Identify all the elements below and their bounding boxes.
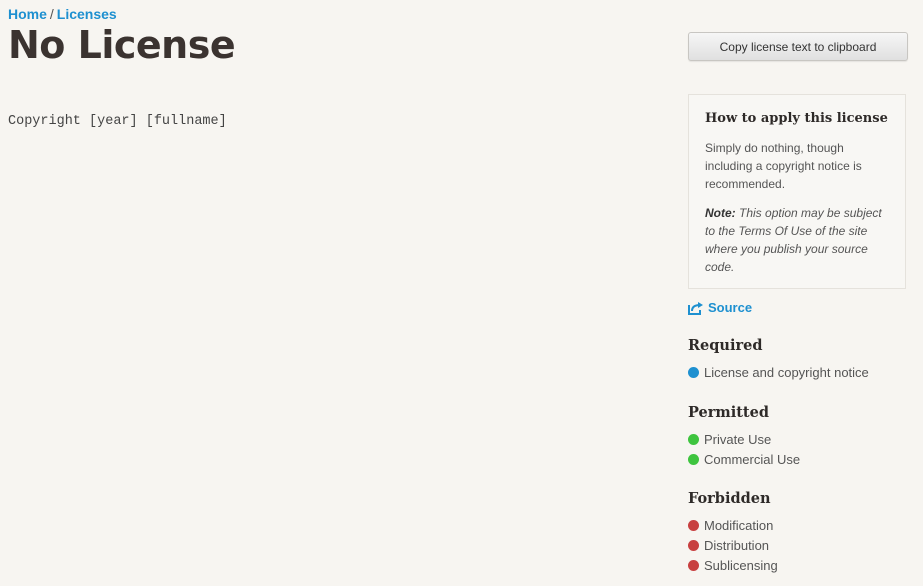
forbidden-item: Distribution	[688, 535, 918, 555]
breadcrumb-separator: /	[49, 6, 54, 22]
license-text: Copyright [year] [fullname]	[8, 114, 227, 129]
forbidden-item: Modification	[688, 515, 918, 535]
breadcrumb: Home / Licenses	[8, 6, 117, 22]
forbidden-item-label: Sublicensing	[704, 557, 778, 573]
apply-box-note-label: Note:	[705, 206, 736, 220]
permitted-item: Commercial Use	[688, 449, 918, 469]
external-link-icon	[688, 301, 704, 315]
breadcrumb-home-link[interactable]: Home	[8, 6, 47, 22]
required-item: License and copyright notice	[688, 362, 918, 382]
source-link[interactable]: Source	[688, 300, 752, 315]
required-item-label: License and copyright notice	[704, 364, 869, 380]
permitted-dot-icon	[688, 453, 699, 465]
copy-license-button[interactable]: Copy license text to clipboard	[688, 32, 908, 61]
permitted-section: Permitted Private Use Commercial Use	[688, 404, 918, 469]
forbidden-item-label: Distribution	[704, 537, 770, 553]
forbidden-item-label: Modification	[704, 517, 774, 533]
forbidden-item: Sublicensing	[688, 555, 918, 575]
apply-box-note: Note: This option may be subject to the …	[705, 204, 889, 276]
permitted-item-label: Commercial Use	[704, 451, 801, 467]
forbidden-dot-icon	[688, 539, 699, 551]
page-title: No License	[8, 23, 236, 67]
forbidden-heading: Forbidden	[688, 490, 771, 507]
required-section: Required License and copyright notice	[688, 337, 918, 382]
forbidden-dot-icon	[688, 519, 699, 531]
breadcrumb-licenses-link[interactable]: Licenses	[57, 6, 117, 22]
source-link-label: Source	[708, 300, 753, 315]
how-to-apply-box: How to apply this license Simply do noth…	[688, 94, 906, 289]
permitted-item: Private Use	[688, 429, 918, 449]
permitted-dot-icon	[688, 433, 699, 445]
apply-box-description: Simply do nothing, though including a co…	[705, 141, 862, 191]
forbidden-dot-icon	[688, 559, 699, 571]
apply-box-title: How to apply this license	[705, 111, 888, 126]
required-heading: Required	[688, 337, 763, 354]
permitted-item-label: Private Use	[704, 431, 772, 447]
permitted-heading: Permitted	[688, 404, 769, 421]
forbidden-section: Forbidden Modification Distribution Subl…	[688, 490, 918, 575]
required-dot-icon	[688, 366, 699, 378]
